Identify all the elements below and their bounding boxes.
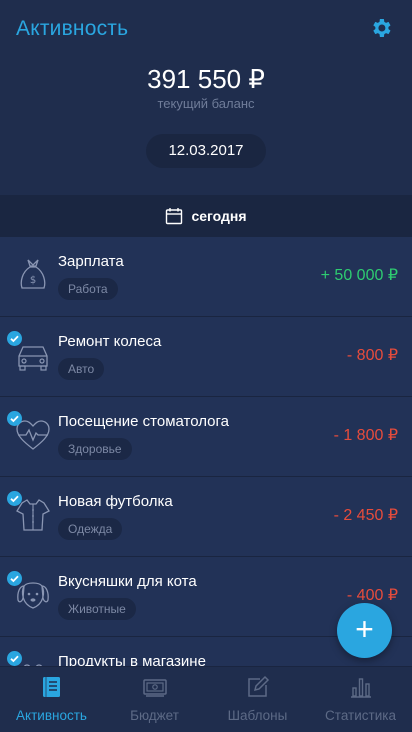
transaction-amount: - 1 800 ₽ — [333, 427, 398, 444]
day-section-header: сегодня — [0, 195, 412, 237]
calendar-icon — [166, 208, 183, 225]
transaction-name: Зарплата — [58, 253, 124, 270]
category-badge: Животные — [58, 598, 136, 620]
completed-check-icon — [7, 651, 22, 666]
transaction-name: Продукты в магазине — [58, 653, 206, 666]
transaction-amount: - 400 ₽ — [346, 587, 398, 604]
category-badge: Авто — [58, 358, 105, 380]
completed-check-icon — [7, 411, 22, 426]
balance-amount: 391 550 ₽ — [147, 64, 265, 94]
page-title: Активность — [16, 17, 129, 40]
activity-list-icon — [42, 677, 60, 697]
transaction-name: Новая футболка — [58, 493, 173, 510]
nav-label: Активность — [16, 708, 87, 723]
nav-item-statistics[interactable]: Статистика — [309, 667, 412, 732]
completed-check-icon — [7, 331, 22, 346]
nav-label: Статистика — [325, 708, 396, 723]
transaction-row[interactable]: Ремонт колеса Авто - 800 ₽ — [0, 317, 412, 397]
plus-icon: + — [355, 611, 374, 647]
balance-label: текущий баланс — [157, 96, 255, 111]
day-label: сегодня — [191, 208, 247, 224]
nav-label: Шаблоны — [227, 708, 288, 723]
svg-text:$: $ — [30, 275, 36, 286]
date-picker-button[interactable]: 12.03.2017 — [146, 134, 266, 168]
completed-check-icon — [7, 491, 22, 506]
transaction-name: Посещение стоматолога — [58, 413, 229, 430]
statistics-chart-icon — [350, 678, 371, 698]
nav-item-activity[interactable]: Активность — [0, 667, 103, 732]
category-badge: Одежда — [58, 518, 123, 540]
add-transaction-button[interactable]: + — [337, 603, 392, 658]
transaction-name: Вкусняшки для кота — [58, 573, 197, 590]
money-bag-icon: $ — [20, 259, 46, 289]
transaction-amount: + 50 000 ₽ — [320, 267, 398, 284]
transaction-row[interactable]: Посещение стоматолога Здоровье - 1 800 ₽ — [0, 397, 412, 477]
settings-gear-icon[interactable] — [369, 16, 393, 40]
transaction-name: Ремонт колеса — [58, 333, 162, 350]
nav-label: Бюджет — [130, 708, 179, 723]
bottom-navigation: Активность Бюджет Шаблоны Статистика — [0, 666, 412, 732]
templates-edit-icon — [247, 675, 269, 697]
transaction-row[interactable]: Новая футболка Одежда - 2 450 ₽ — [0, 477, 412, 557]
category-badge: Здоровье — [58, 438, 132, 460]
transaction-list: $ Зарплата Работа + 50 000 ₽ Ремонт коле… — [0, 237, 412, 666]
header: Активность 391 550 ₽ текущий баланс 12.0… — [0, 0, 412, 195]
category-badge: Работа — [58, 278, 118, 300]
completed-check-icon — [7, 571, 22, 586]
transaction-amount: - 2 450 ₽ — [333, 507, 398, 524]
app-screen: Активность 391 550 ₽ текущий баланс 12.0… — [0, 0, 412, 732]
nav-item-budget[interactable]: Бюджет — [103, 667, 206, 732]
nav-item-templates[interactable]: Шаблоны — [206, 667, 309, 732]
transaction-row[interactable]: $ Зарплата Работа + 50 000 ₽ — [0, 237, 412, 317]
transaction-amount: - 800 ₽ — [346, 347, 398, 364]
budget-money-icon — [142, 679, 167, 697]
